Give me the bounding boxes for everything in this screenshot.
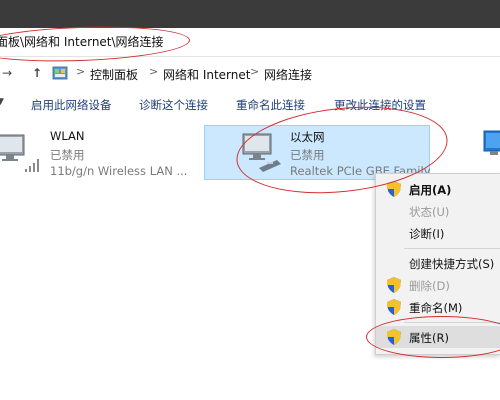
uac-shield-icon: [387, 277, 401, 293]
menu-item-create-shortcut[interactable]: 创建快捷方式(S): [376, 252, 500, 274]
adapter-name: WLAN: [50, 129, 85, 143]
breadcrumb-network-connections[interactable]: 网络连接: [264, 66, 312, 83]
address-bar: → ↑ > 控制面板 > 网络和 Internet > 网络连接: [0, 56, 500, 92]
adapter-device: 11b/g/n Wireless LAN ...: [50, 164, 188, 178]
menu-item-status: 状态(U): [376, 200, 500, 222]
adapter-wlan[interactable]: WLAN 已禁用 11b/g/n Wireless LAN ...: [0, 117, 200, 187]
control-panel-icon: [52, 66, 68, 80]
adapter-status: 已禁用: [50, 148, 85, 162]
menu-item-rename[interactable]: 重命名(M): [376, 296, 500, 318]
rename-connection-command[interactable]: 重命名此连接: [236, 97, 305, 113]
menu-item-label: 诊断(I): [409, 227, 445, 241]
enable-device-command[interactable]: 启用此网络设备: [31, 97, 112, 113]
menu-item-label: 删除(D): [409, 279, 450, 293]
address-separator: >: [76, 65, 86, 78]
breadcrumb-control-panel[interactable]: 控制面板: [90, 66, 138, 83]
menu-item-diagnose[interactable]: 诊断(I): [376, 222, 500, 244]
menu-item-delete: 删除(D): [376, 274, 500, 296]
menu-item-label: 重命名(M): [409, 301, 463, 315]
breadcrumb-network-internet[interactable]: 网络和 Internet: [163, 66, 250, 83]
wifi-signal-icon: [25, 159, 39, 172]
forward-button[interactable]: →: [2, 66, 12, 80]
uac-shield-icon: [387, 299, 401, 315]
address-separator: >: [149, 65, 159, 78]
menu-item-label: 启用(A): [409, 183, 452, 197]
window-title-bar: [0, 0, 500, 28]
diagnose-connection-command[interactable]: 诊断这个连接: [139, 97, 208, 113]
menu-separator: [404, 248, 500, 249]
network-adapter-icon[interactable]: [482, 127, 500, 169]
menu-item-label: 状态(U): [409, 205, 450, 219]
address-separator: >: [250, 65, 260, 78]
up-button[interactable]: ↑: [32, 66, 42, 80]
menu-item-label: 创建快捷方式(S): [409, 257, 495, 271]
command-bar: ▼ 启用此网络设备 诊断这个连接 重命名此连接 更改此连接的设置: [0, 91, 500, 117]
chevron-down-icon[interactable]: ▼: [0, 97, 4, 107]
